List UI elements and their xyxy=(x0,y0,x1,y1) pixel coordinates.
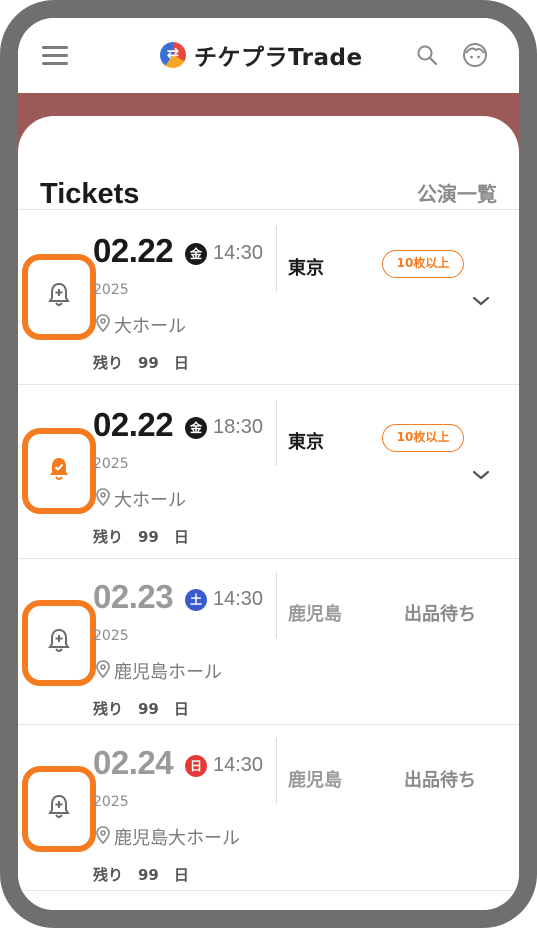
bell-check-icon xyxy=(48,456,70,486)
notify-toggle[interactable] xyxy=(22,428,96,514)
event-date: 02.22 xyxy=(93,406,174,443)
notify-toggle[interactable] xyxy=(22,600,96,686)
location-pin-icon xyxy=(95,313,114,337)
venue-name: 大ホール xyxy=(114,490,186,511)
chevron-down-icon[interactable] xyxy=(471,468,491,482)
event-venue: 大ホール xyxy=(95,312,186,338)
event-city: 東京 xyxy=(288,432,324,453)
ticket-row[interactable]: 02.22 金 18:30 2025 大ホール 残り 99 日 東京 10枚以上 xyxy=(18,384,519,559)
performance-list-link[interactable]: 公演一覧 xyxy=(417,178,497,207)
days-remaining: 残り 99 日 xyxy=(93,528,189,546)
event-city: 鹿児島 xyxy=(288,770,342,791)
event-venue: 鹿児島ホール xyxy=(95,658,222,684)
event-date: 02.23 xyxy=(93,578,174,615)
page-title: Tickets xyxy=(40,178,140,210)
days-remaining: 残り 99 日 xyxy=(93,354,189,372)
listing-status: 出品待ち xyxy=(404,604,476,625)
app-logo[interactable]: チケプラTrade xyxy=(160,40,363,71)
notify-toggle[interactable] xyxy=(22,254,96,340)
column-divider xyxy=(276,226,277,292)
event-venue: 大ホール xyxy=(95,486,186,512)
day-of-week-badge: 土 xyxy=(185,589,207,611)
device-frame: チケプラTrade Tickets 公演一覧 02.22 金 14:30 202… xyxy=(0,0,537,928)
notify-toggle[interactable] xyxy=(22,766,96,852)
bell-plus-icon xyxy=(48,282,70,312)
day-of-week-badge: 金 xyxy=(185,243,207,265)
event-time: 18:30 xyxy=(213,416,264,438)
event-year: 2025 xyxy=(93,628,129,644)
day-of-week-badge: 日 xyxy=(185,755,207,777)
face-icon[interactable] xyxy=(462,42,488,68)
column-divider xyxy=(276,738,277,804)
event-date: 02.24 xyxy=(93,744,174,781)
event-city: 東京 xyxy=(288,258,324,279)
location-pin-icon xyxy=(95,659,114,683)
app-header: チケプラTrade xyxy=(18,18,519,93)
event-city: 鹿児島 xyxy=(288,604,342,625)
event-year: 2025 xyxy=(93,456,129,472)
days-remaining: 残り 99 日 xyxy=(93,866,189,884)
event-time: 14:30 xyxy=(213,242,264,264)
event-time: 14:30 xyxy=(213,754,264,776)
location-pin-icon xyxy=(95,825,114,849)
column-divider xyxy=(276,400,277,466)
stock-badge: 10枚以上 xyxy=(382,250,464,278)
event-year: 2025 xyxy=(93,794,129,810)
ticket-row[interactable]: 02.22 金 14:30 2025 大ホール 残り 99 日 東京 10枚以上 xyxy=(18,210,519,385)
event-date: 02.22 xyxy=(93,232,174,269)
ticket-row[interactable]: 02.24 日 14:30 2025 鹿児島大ホール 残り 99 日 鹿児島 出… xyxy=(18,724,519,891)
venue-name: 鹿児島大ホール xyxy=(114,828,240,849)
venue-name: 鹿児島ホール xyxy=(114,662,222,683)
stock-badge: 10枚以上 xyxy=(382,424,464,452)
event-venue: 鹿児島大ホール xyxy=(95,824,240,850)
event-time: 14:30 xyxy=(213,588,264,610)
column-divider xyxy=(276,572,277,638)
event-year: 2025 xyxy=(93,282,129,298)
bell-plus-icon xyxy=(48,794,70,824)
app-name: チケプラTrade xyxy=(194,45,363,71)
hamburger-menu-icon[interactable] xyxy=(42,46,68,66)
venue-name: 大ホール xyxy=(114,316,186,337)
chevron-down-icon[interactable] xyxy=(471,294,491,308)
bell-plus-icon xyxy=(48,628,70,658)
logo-icon xyxy=(160,42,186,68)
ticket-row[interactable]: 02.23 土 14:30 2025 鹿児島ホール 残り 99 日 鹿児島 出品… xyxy=(18,558,519,725)
days-remaining: 残り 99 日 xyxy=(93,700,189,718)
location-pin-icon xyxy=(95,487,114,511)
search-icon[interactable] xyxy=(416,44,438,66)
listing-status: 出品待ち xyxy=(404,770,476,791)
day-of-week-badge: 金 xyxy=(185,417,207,439)
